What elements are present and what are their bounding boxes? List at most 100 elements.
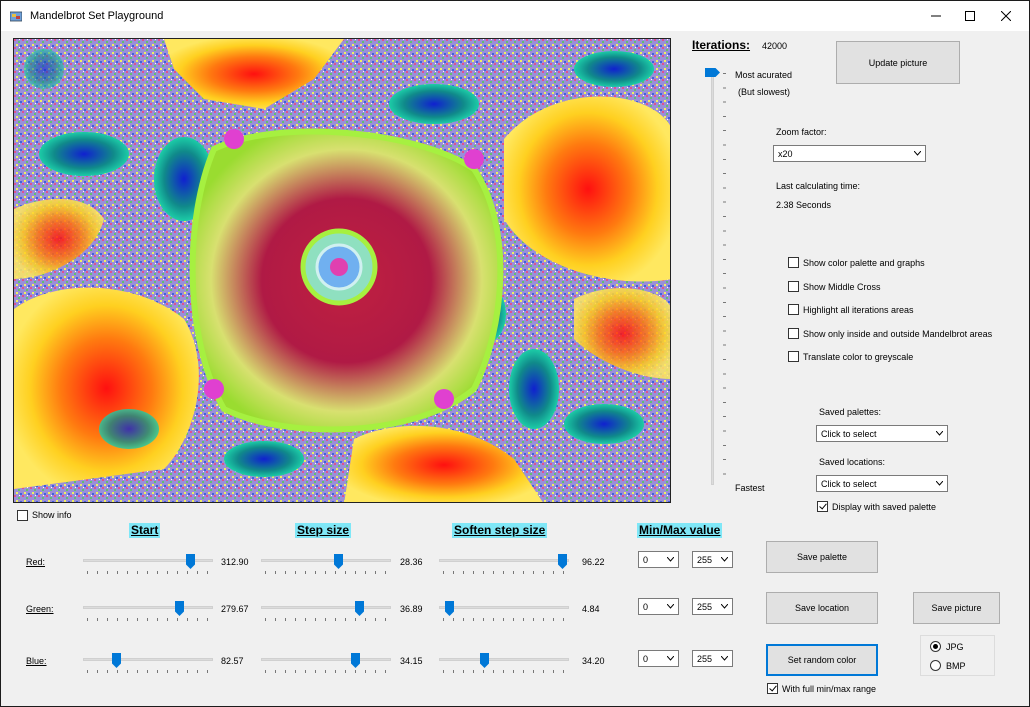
display-saved-palette-checkbox[interactable] [817,501,828,512]
start-value: 312.90 [221,557,249,567]
title-bar: Mandelbrot Set Playground [1,1,1029,31]
soften-slider-track [439,559,569,562]
step-slider-ticks [265,571,389,574]
show-info-checkbox[interactable] [17,510,28,521]
maximize-icon [965,11,975,21]
start-slider[interactable] [83,601,213,621]
saved-palettes-label: Saved palettes: [819,407,882,417]
start-slider-ticks [87,618,211,621]
start-slider-thumb[interactable] [186,554,195,569]
max-value-select[interactable]: 255 [692,551,733,568]
step-slider[interactable] [261,554,391,574]
saved-locations-select[interactable]: Click to select [816,475,948,492]
set-random-color-button[interactable]: Set random color [766,644,878,676]
step-slider-thumb[interactable] [351,653,360,668]
main-window: Mandelbrot Set Playground Show info Iter… [0,0,1030,707]
soften-value: 34.20 [582,656,605,666]
soften-slider-thumb[interactable] [480,653,489,668]
channel-label: Green: [26,604,54,614]
jpg-radio[interactable] [930,641,941,652]
update-picture-button[interactable]: Update picture [836,41,960,84]
soften-slider-thumb[interactable] [558,554,567,569]
min-value-select[interactable]: 0 [638,598,679,615]
bmp-radio[interactable] [930,660,941,671]
min-value-select[interactable]: 0 [638,650,679,667]
show-info-label: Show info [32,510,72,520]
option-checkbox-inside-outside[interactable] [788,328,799,339]
step-slider[interactable] [261,601,391,621]
step-value: 28.36 [400,557,423,567]
channel-label: Blue: [26,656,47,666]
step-slider-track [261,658,391,661]
zoom-factor-label: Zoom factor: [776,127,827,137]
iterations-slider-track [711,69,714,485]
min-value-select[interactable]: 0 [638,551,679,568]
min-value: 0 [643,654,649,664]
min-value: 0 [643,555,649,565]
start-slider-thumb[interactable] [112,653,121,668]
max-value-select[interactable]: 255 [692,598,733,615]
option-label-cross: Show Middle Cross [803,282,881,292]
option-checkbox-highlight[interactable] [788,304,799,315]
save-location-button[interactable]: Save location [766,592,878,624]
min-max-header: Min/Max value [637,523,723,538]
step-value: 36.89 [400,604,423,614]
window-title: Mandelbrot Set Playground [30,10,164,22]
start-slider-ticks [87,670,211,673]
step-size-header: Step size [295,523,352,538]
soften-slider[interactable] [439,601,569,621]
min-value: 0 [643,602,649,612]
chevron-down-icon [936,431,943,436]
step-slider-thumb[interactable] [355,601,364,616]
step-slider-ticks [265,618,389,621]
slowest-label: (But slowest) [738,87,791,97]
step-slider-thumb[interactable] [334,554,343,569]
chevron-down-icon [667,604,674,609]
start-slider[interactable] [83,554,213,574]
soften-slider-ticks [443,571,567,574]
iterations-value: 42000 [762,41,788,51]
option-label-inside-outside: Show only inside and outside Mandelbrot … [803,329,993,339]
zoom-factor-select[interactable]: x20 [773,145,926,162]
app-icon [10,11,22,22]
close-button[interactable] [983,1,1029,31]
zoom-factor-value: x20 [778,149,793,159]
step-slider-track [261,559,391,562]
save-palette-button[interactable]: Save palette [766,541,878,573]
max-value: 255 [697,555,713,565]
option-checkbox-palette[interactable] [788,257,799,268]
last-calc-value: 2.38 Seconds [776,200,832,210]
iterations-slider-thumb[interactable] [705,68,720,77]
start-value: 279.67 [221,604,249,614]
fastest-label: Fastest [735,483,765,493]
soften-slider-thumb[interactable] [445,601,454,616]
iterations-slider[interactable] [703,65,727,490]
start-slider-thumb[interactable] [175,601,184,616]
soften-step-header: Soften step size [452,523,548,538]
saved-locations-value: Click to select [821,479,877,489]
soften-slider-ticks [443,618,567,621]
step-slider[interactable] [261,653,391,673]
start-header: Start [129,523,161,538]
saved-palettes-select[interactable]: Click to select [816,425,948,442]
chevron-down-icon [936,481,943,486]
soften-slider-track [439,606,569,609]
chevron-down-icon [667,656,674,661]
fractal-image [14,39,670,502]
channel-label: Red: [26,557,46,567]
save-picture-button[interactable]: Save picture [913,592,1000,624]
full-range-checkbox[interactable] [767,683,778,694]
chevron-down-icon [721,604,728,609]
iterations-slider-ticks [723,73,726,485]
step-slider-ticks [265,670,389,673]
start-slider[interactable] [83,653,213,673]
soften-value: 4.84 [582,604,600,614]
mandelbrot-canvas[interactable] [13,38,671,503]
option-checkbox-greyscale[interactable] [788,351,799,362]
max-value-select[interactable]: 255 [692,650,733,667]
soften-slider[interactable] [439,554,569,574]
chevron-down-icon [667,557,674,562]
option-checkbox-cross[interactable] [788,281,799,292]
soften-slider[interactable] [439,653,569,673]
most-accurate-label: Most acurated [735,70,793,80]
